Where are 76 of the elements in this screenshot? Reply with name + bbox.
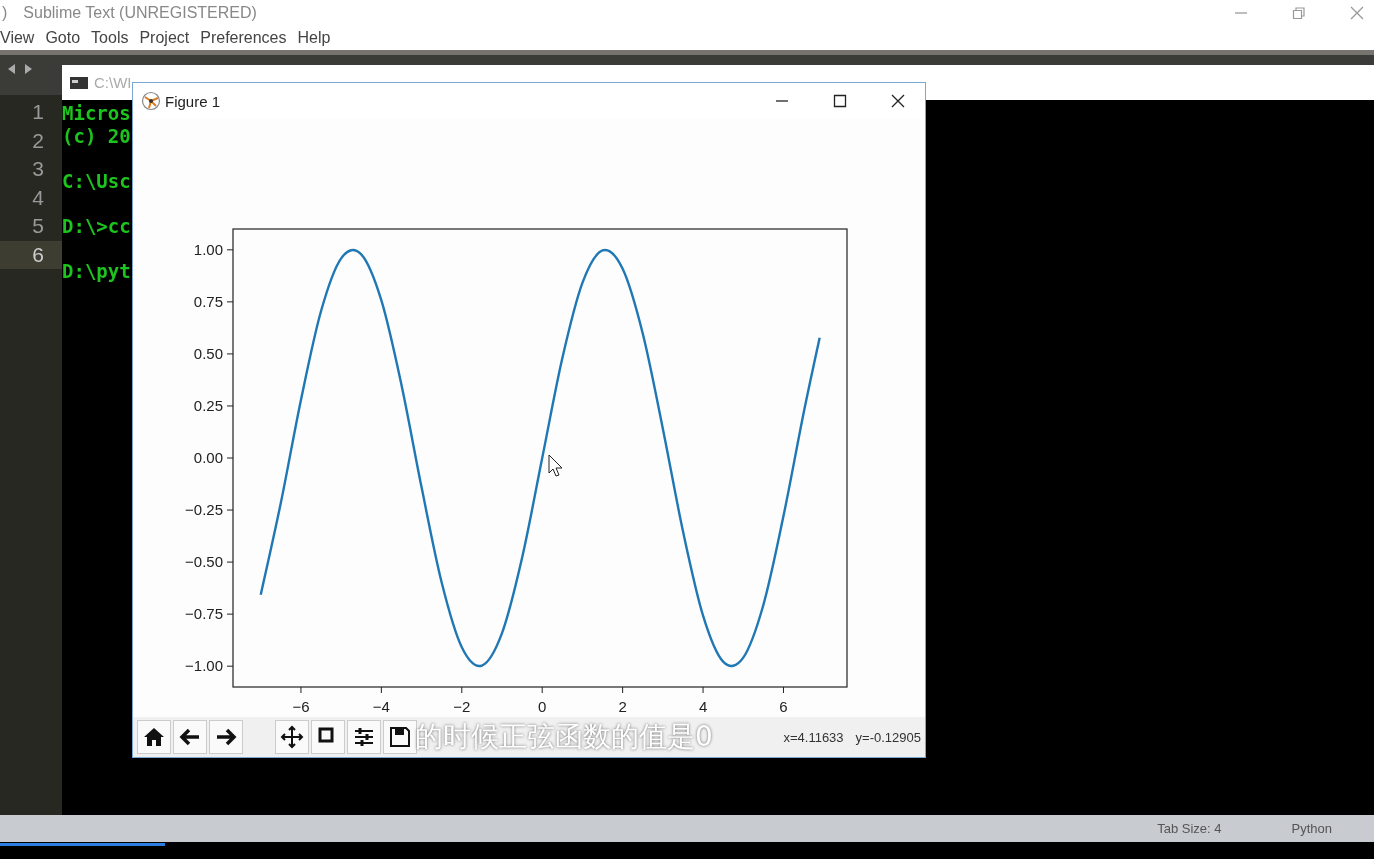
y-tick: 0.00 [193, 449, 234, 466]
y-tick-label: 0.25 [193, 396, 223, 414]
y-tick: 1.00 [193, 240, 234, 258]
menu-item[interactable]: Goto [45, 28, 81, 47]
x-tick: 2 [618, 686, 627, 715]
window-title: Sublime Text (UNREGISTERED) [23, 3, 257, 22]
line-number: 4 [31, 184, 45, 211]
x-tick: −6 [292, 686, 310, 715]
x-tick-label: 4 [698, 698, 708, 715]
console-line: Micros [62, 102, 131, 125]
progress-bar[interactable] [0, 842, 1374, 859]
cursor-icon [548, 454, 563, 477]
x-tick: 6 [779, 686, 788, 715]
y-tick-label: −0.25 [185, 501, 223, 519]
restore-icon[interactable] [1292, 5, 1306, 20]
menu-item[interactable]: Tools [91, 28, 129, 47]
maximize-icon[interactable] [833, 94, 847, 108]
y-tick-label: 1.00 [193, 240, 223, 258]
zoom-button[interactable] [311, 720, 345, 754]
y-tick-label: −0.75 [185, 605, 223, 623]
back-button[interactable] [173, 720, 207, 754]
y-tick-label: 0.75 [193, 292, 223, 310]
x-tick-label: −6 [292, 698, 310, 715]
line-number: 2 [31, 127, 45, 154]
home-icon [142, 725, 166, 749]
window-title: Figure 1 [165, 92, 221, 110]
configure-icon [352, 725, 376, 749]
x-tick-label: 0 [538, 698, 547, 715]
y-tick: −0.25 [185, 501, 234, 519]
y-tick-label: 0.00 [193, 449, 223, 466]
console-title: C:\WI [94, 74, 132, 91]
pan-button[interactable] [275, 720, 309, 754]
x-tick-label: 2 [618, 698, 627, 715]
console-line: D:\pyt [62, 260, 131, 283]
y-tick-label: 0.50 [193, 344, 223, 362]
y-tick: −0.75 [185, 605, 234, 623]
x-tick-label: −4 [372, 698, 390, 715]
close-icon[interactable] [891, 94, 905, 108]
y-tick: 0.50 [193, 344, 234, 362]
line-number: 3 [31, 156, 45, 182]
x-tick-label: −2 [453, 698, 471, 715]
console-line: C:\Usc [62, 170, 131, 193]
save-icon [388, 725, 412, 749]
console-icon [70, 76, 88, 89]
syntax-label[interactable]: Python [1291, 821, 1332, 836]
x-tick: −2 [453, 686, 471, 715]
y-tick: 0.75 [193, 292, 234, 310]
menu-item[interactable]: Project [139, 28, 190, 47]
line-number: 6 [0, 240, 62, 269]
menu-item[interactable]: View [0, 28, 35, 47]
save-button[interactable] [383, 720, 417, 754]
y-tick: 0.25 [193, 396, 234, 414]
forward-button[interactable] [209, 720, 243, 754]
console-line: D:\>cc [62, 215, 131, 238]
tab-size-label[interactable]: Tab Size: 4 [1157, 821, 1222, 836]
menu-item[interactable]: Help [297, 28, 331, 47]
y-tick: −0.50 [185, 553, 234, 571]
app-logo-icon [141, 91, 161, 111]
y-tick-label: −0.50 [185, 553, 223, 571]
home-button[interactable] [137, 720, 171, 754]
y-tick: −1.00 [185, 657, 234, 675]
y-coordinate-readout: y=-0.12905 [855, 729, 921, 745]
console-line: (c) 20 [62, 125, 131, 148]
x-tick: 0 [538, 686, 547, 715]
x-coordinate-readout: x=4.11633 [783, 729, 844, 745]
pan-icon [280, 725, 304, 749]
x-tick-label: 6 [779, 698, 788, 715]
menu-item[interactable]: Preferences [200, 28, 287, 47]
y-tick-label: −1.00 [185, 657, 223, 675]
title-fragment: ) [2, 3, 8, 22]
configure-button[interactable] [347, 720, 381, 754]
line-number: 5 [31, 213, 45, 239]
x-tick: −4 [372, 686, 390, 715]
line-number: 1 [31, 99, 45, 125]
tab-nav-arrows-icon[interactable] [6, 63, 34, 75]
x-tick: 4 [698, 686, 708, 715]
